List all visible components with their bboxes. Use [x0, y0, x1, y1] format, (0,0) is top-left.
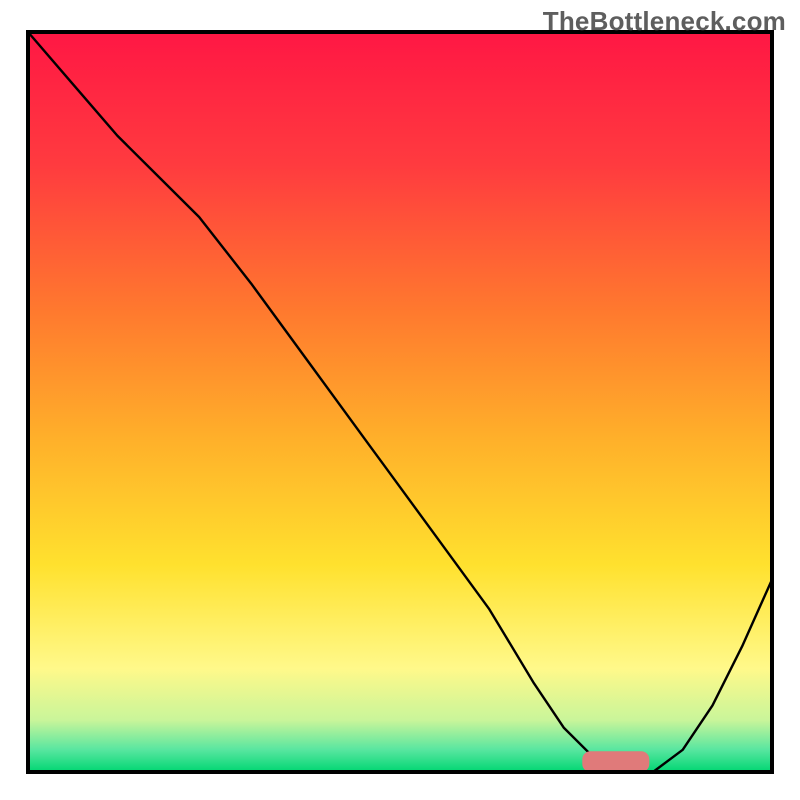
bottleneck-chart	[0, 0, 800, 800]
plot-background	[28, 32, 772, 772]
plot-area	[28, 32, 772, 772]
chart-stage: TheBottleneck.com	[0, 0, 800, 800]
optimal-zone-marker	[582, 751, 649, 772]
watermark-text: TheBottleneck.com	[543, 6, 786, 37]
